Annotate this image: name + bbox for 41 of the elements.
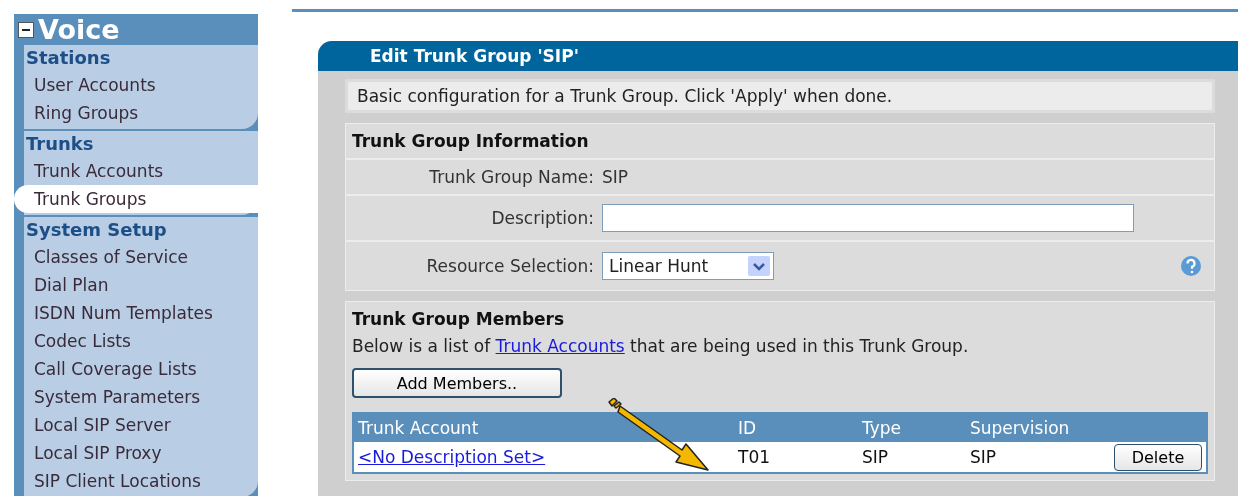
help-icon[interactable]	[1180, 255, 1202, 277]
table-cell: T01	[734, 442, 858, 473]
table-cell: SIP	[858, 442, 966, 473]
panel-title: Edit Trunk Group 'SIP'	[318, 41, 1238, 71]
sidebar-item[interactable]: Local SIP Server	[24, 411, 258, 439]
sidebar-item[interactable]: Dial Plan	[24, 271, 258, 299]
sidebar-item[interactable]: SIP Client Locations	[24, 467, 258, 495]
collapse-icon[interactable]	[18, 21, 34, 38]
field-label: Description:	[490, 208, 595, 228]
sidebar-title: Voice	[38, 14, 120, 45]
sidebar-item[interactable]: ISDN Num Templates	[24, 299, 258, 327]
field-label: Trunk Group Name:	[428, 167, 595, 187]
column-header: Type	[858, 413, 966, 442]
trunk-accounts-link[interactable]: Trunk Accounts	[495, 336, 625, 356]
sidebar-item[interactable]: System Parameters	[24, 383, 258, 411]
intro-text: Basic configuration for a Trunk Group. Click 'Apply' when done.	[345, 79, 1215, 113]
section-heading: Trunk Group Information	[351, 130, 590, 153]
description-field[interactable]	[602, 204, 1134, 232]
chevron-down-icon[interactable]	[748, 256, 770, 276]
table-cell: SIP	[966, 442, 1093, 473]
delete-button[interactable]: Delete	[1114, 443, 1202, 471]
field-label: Resource Selection:	[425, 256, 595, 276]
sidebar-item[interactable]: Classes of Service	[24, 243, 258, 271]
column-header: Trunk Account	[353, 413, 734, 442]
field-value: SIP	[602, 167, 629, 187]
resource-dropdown[interactable]: Linear Hunt	[602, 252, 774, 280]
section-heading: Stations	[25, 46, 112, 70]
column-header: ID	[734, 413, 858, 442]
sidebar-item[interactable]: User Accounts	[24, 71, 258, 99]
section-heading: Trunk Group Members	[351, 308, 566, 331]
sidebar-item[interactable]: Call Coverage Lists	[24, 355, 258, 383]
sidebar-item[interactable]: Ring Groups	[24, 99, 258, 127]
sidebar-item[interactable]: Trunk Accounts	[24, 157, 258, 185]
sidebar-item[interactable]: Local SIP Proxy	[24, 439, 258, 467]
sidebar-item[interactable]: Trunk Groups	[14, 185, 258, 213]
members-description: Below is a list of Trunk Accounts that are being used in this Trunk Group.	[351, 336, 970, 356]
column-header: Supervision	[966, 413, 1093, 442]
sidebar-item[interactable]: Codec Lists	[24, 327, 258, 355]
section-heading: Trunks	[25, 132, 95, 156]
add-members-button[interactable]: Add Members..	[352, 368, 562, 398]
section-heading: System Setup	[25, 218, 168, 242]
